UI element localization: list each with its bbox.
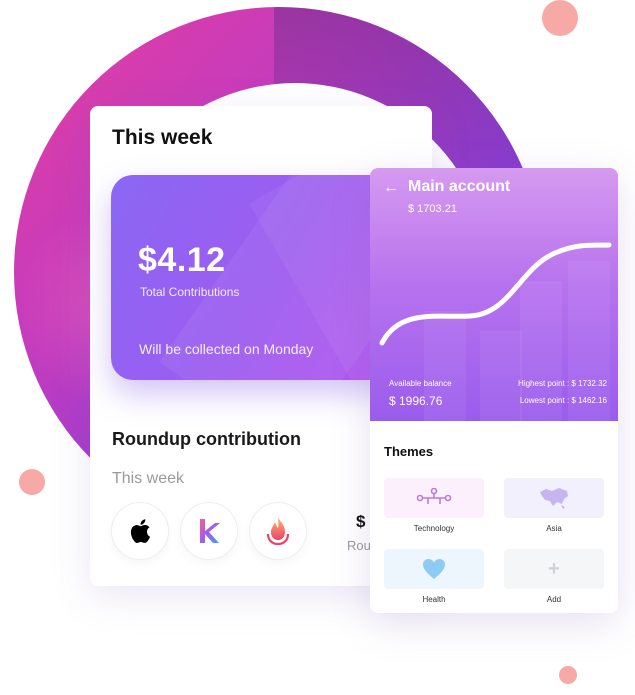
available-balance-value: $ 1996.76	[389, 394, 443, 408]
circuit-icon	[416, 488, 452, 504]
decor-dot-left	[19, 469, 45, 495]
k-app-icon[interactable]	[180, 502, 238, 560]
total-amount: $4.12	[138, 241, 226, 279]
account-title: Main account	[408, 178, 511, 195]
theme-health[interactable]	[384, 549, 484, 589]
card-title: This week	[112, 126, 213, 149]
flame-app-icon[interactable]	[249, 502, 307, 560]
arrow-left-icon[interactable]: ←	[383, 179, 399, 197]
heart-icon	[423, 559, 445, 579]
roundup-value-partial: $	[356, 512, 366, 531]
themes-title: Themes	[384, 444, 434, 459]
theme-health-label: Health	[422, 595, 446, 604]
balance-curve	[379, 242, 612, 346]
roundup-period: This week	[112, 470, 185, 487]
theme-technology[interactable]	[384, 478, 484, 518]
theme-add-label: Add	[546, 595, 562, 604]
decor-dot-top	[542, 0, 578, 36]
apple-icon[interactable]	[111, 502, 169, 560]
theme-add[interactable]: +	[504, 549, 604, 589]
available-balance-label: Available balance	[389, 379, 452, 388]
total-contributions-panel[interactable]: $4.12 Total Contributions Will be collec…	[111, 175, 401, 380]
theme-asia-label: Asia	[546, 524, 562, 533]
main-account-header: ← Main account $ 1703.21 Available balan…	[370, 168, 618, 421]
main-account-card: ← Main account $ 1703.21 Available balan…	[370, 168, 618, 613]
theme-asia[interactable]	[504, 478, 604, 518]
plus-icon: +	[548, 557, 560, 580]
asia-map-icon	[540, 488, 568, 509]
lowest-point: Lowest point : $ 1462.16	[519, 396, 607, 405]
roundup-label-partial: Rou	[347, 538, 371, 553]
roundup-title: Roundup contribution	[112, 429, 301, 449]
decor-dot-bottom	[559, 666, 577, 684]
account-balance-header: $ 1703.21	[408, 203, 457, 215]
total-amount-label: Total Contributions	[140, 285, 240, 299]
theme-technology-label: Technology	[413, 524, 455, 533]
highest-point: Highest point : $ 1732.32	[518, 379, 607, 388]
collection-note: Will be collected on Monday	[139, 341, 314, 357]
